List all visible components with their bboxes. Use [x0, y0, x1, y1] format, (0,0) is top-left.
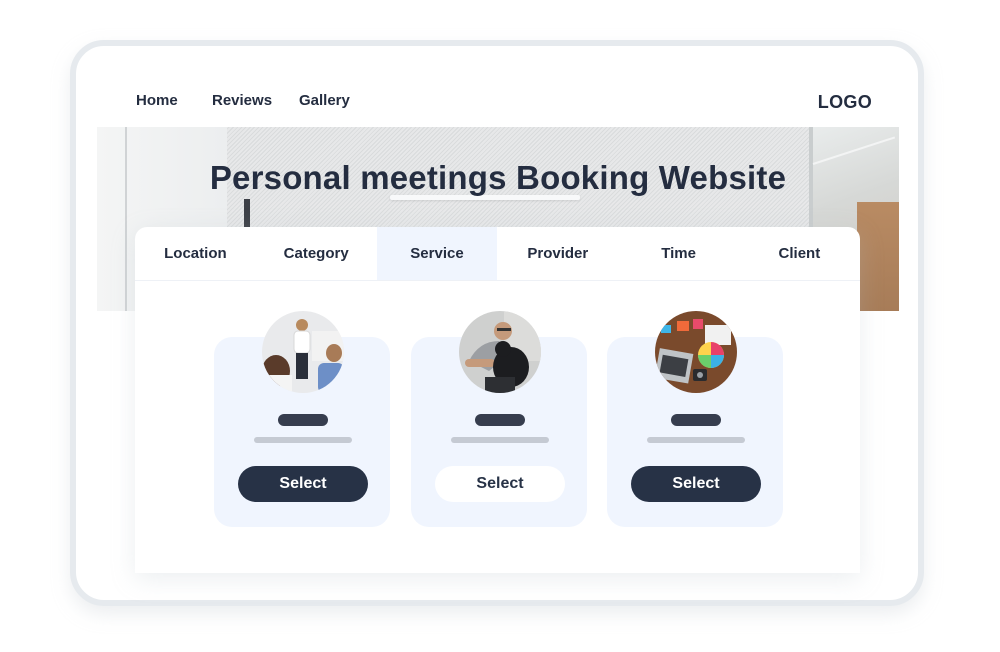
hero-wood-panel [857, 202, 899, 311]
select-service-button[interactable]: Select [435, 466, 565, 502]
tab-client[interactable]: Client [739, 227, 860, 280]
hero-office-wall-edge [125, 127, 127, 311]
service-image-presentation [262, 311, 344, 393]
service-image-man-with-dog [459, 311, 541, 393]
service-description-placeholder [647, 437, 745, 443]
nav-home-link[interactable]: Home [136, 92, 178, 109]
tab-time[interactable]: Time [618, 227, 739, 280]
nav-reviews-link[interactable]: Reviews [212, 92, 272, 109]
tab-category[interactable]: Category [256, 227, 377, 280]
logo[interactable]: LOGO [818, 92, 872, 113]
nav-gallery-link[interactable]: Gallery [299, 92, 350, 109]
presentation-photo-icon [262, 311, 344, 393]
top-nav: Home Reviews Gallery LOGO [97, 70, 899, 127]
tab-service[interactable]: Service [376, 227, 498, 280]
select-service-button[interactable]: Select [631, 466, 761, 502]
service-image-design-desk [655, 311, 737, 393]
design-desk-photo-icon [655, 311, 737, 393]
service-description-placeholder [451, 437, 549, 443]
select-service-button[interactable]: Select [238, 466, 368, 502]
page-title: Personal meetings Booking Website [209, 159, 787, 196]
service-name-placeholder [278, 414, 328, 426]
tab-location[interactable]: Location [135, 227, 256, 280]
service-name-placeholder [671, 414, 721, 426]
man-with-dog-photo-icon [459, 311, 541, 393]
booking-steps-tabs: Location Category Service Provider Time … [135, 227, 860, 281]
service-name-placeholder [475, 414, 525, 426]
tab-provider[interactable]: Provider [497, 227, 618, 280]
service-description-placeholder [254, 437, 352, 443]
